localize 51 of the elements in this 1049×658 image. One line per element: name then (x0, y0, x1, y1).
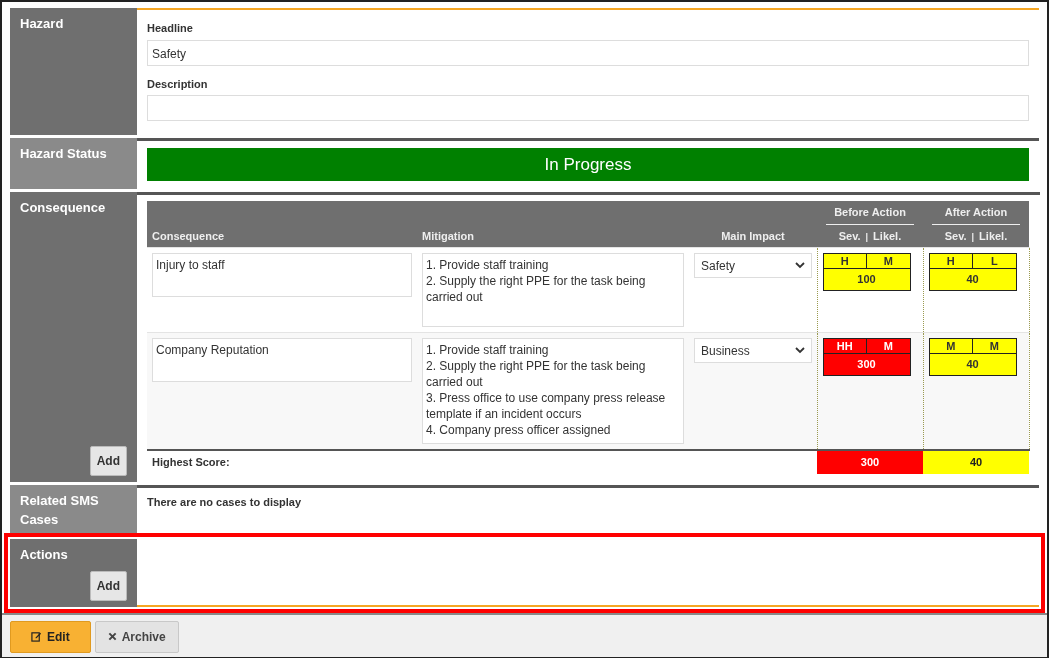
column-header: Main Impact (689, 201, 817, 248)
consequence-field[interactable]: Company Reputation (152, 338, 412, 382)
impact-select[interactable]: Business (694, 338, 812, 363)
mitigation-field[interactable]: 1. Provide staff training 2. Supply the right PPE for the task being carried out (422, 253, 684, 327)
likelihood-text: M (882, 339, 894, 353)
column-header: Likel. (873, 229, 902, 242)
score-text: 40 (965, 357, 980, 372)
severity-text: H (929, 254, 973, 268)
edit-icon (31, 631, 42, 642)
close-icon (107, 632, 117, 641)
highest-score-label: Highest Score: (152, 456, 230, 468)
severity-text: M (929, 339, 973, 353)
separator-text: | (865, 231, 869, 242)
input-field[interactable]: Safety (147, 39, 1029, 66)
likelihood-text: M (882, 254, 894, 268)
score-text: 40 (965, 272, 980, 287)
separator-text: | (971, 231, 975, 242)
chevron-down-icon (794, 262, 805, 269)
field-label: Headline (147, 21, 193, 36)
impact-select[interactable]: Safety (694, 253, 812, 278)
severity-text: H (823, 254, 867, 268)
empty-message: There are no cases to display (147, 494, 303, 510)
group-header: After Action (932, 204, 1020, 225)
consequence-field[interactable]: Injury to staff (152, 253, 412, 297)
add-button[interactable]: Add (89, 445, 127, 476)
score-text: 100 (856, 272, 877, 287)
score-text: 300 (856, 357, 877, 372)
edit-button[interactable]: Edit (10, 620, 91, 653)
mitigation-field[interactable]: 1. Provide staff training 2. Supply the right PPE for the task being carried out 3. Press office to use company press release template if an incident occurs 4. Company press officer assigned (422, 338, 684, 444)
severity-text: HH (823, 339, 867, 353)
likelihood-text: L (989, 254, 999, 268)
column-header: Mitigation (417, 201, 689, 248)
highest-score-cell: 40 (923, 450, 1029, 474)
column-header: Sev. (944, 229, 967, 242)
status-bar: In Progress (147, 148, 1029, 181)
chevron-down-icon (794, 347, 805, 354)
add-button[interactable]: Add (89, 570, 127, 601)
column-header: Consequence (147, 201, 417, 248)
column-header: Sev. (838, 229, 861, 242)
section-label: Hazard Status (20, 145, 108, 163)
likelihood-text: M (988, 339, 1000, 353)
input-field[interactable] (147, 95, 1029, 121)
highest-score-cell: 300 (817, 450, 923, 474)
section-label: Actions (20, 545, 69, 564)
archive-button[interactable]: Archive (94, 620, 179, 653)
column-header: Likel. (979, 229, 1008, 242)
section-label: Related SMS Cases (20, 491, 100, 529)
section-label: Hazard (20, 15, 65, 33)
section-label: Consequence (20, 199, 107, 217)
field-label: Description (147, 76, 208, 92)
group-header: Before Action (826, 204, 914, 225)
